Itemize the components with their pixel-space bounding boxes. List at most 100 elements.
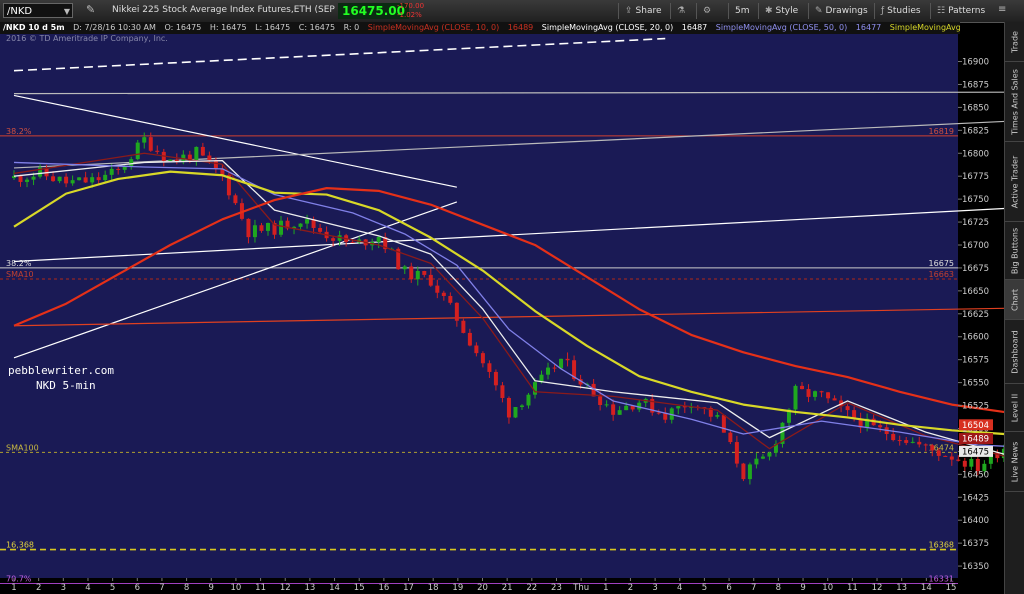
drawings-button[interactable]: ✎ Drawings xyxy=(808,3,868,19)
quote-open: O: 16475 xyxy=(164,23,202,32)
style-icon: ✱ xyxy=(765,6,773,16)
x-tick-label: 23 xyxy=(551,583,562,593)
y-tick-label: 16525 xyxy=(962,402,989,412)
candle-body xyxy=(891,434,896,441)
x-tick-label: 9 xyxy=(800,583,805,593)
x-tick-label: 2 xyxy=(36,583,41,593)
candle-body xyxy=(845,406,850,411)
x-tick-label: 18 xyxy=(428,583,439,593)
candle-body xyxy=(318,227,323,232)
candle-body xyxy=(904,440,909,443)
candle-body xyxy=(747,464,752,480)
candle-body xyxy=(454,302,459,321)
sidebar-tab-live-news[interactable]: Live News xyxy=(1005,432,1024,492)
candle-body xyxy=(168,159,173,161)
candle-body xyxy=(728,432,733,443)
patterns-button[interactable]: ☷ Patterns xyxy=(930,3,985,19)
sma100-study-label[interactable]: SimpleMovingAvg (CLOSE, 100, 0) xyxy=(890,23,960,32)
sidebar-tab-label: Active Trader xyxy=(1010,155,1020,208)
sidebar-tab-times-and-sales[interactable]: Times And Sales xyxy=(1005,62,1024,142)
share-button[interactable]: ⇪ Share xyxy=(618,3,662,19)
candle-body xyxy=(435,285,440,293)
chevron-down-icon: ▼ xyxy=(63,7,70,16)
price-box-label: 16504 xyxy=(962,421,989,431)
sidebar-tab-dashboard[interactable]: Dashboard xyxy=(1005,320,1024,384)
y-tick-label: 16900 xyxy=(962,58,989,68)
candle-body xyxy=(252,225,257,238)
candle-body xyxy=(969,459,974,467)
x-tick-label: 11 xyxy=(847,583,858,593)
y-tick-label: 16675 xyxy=(962,264,989,274)
sidebar-tab-label: Times And Sales xyxy=(1010,68,1020,135)
x-tick-label: 4 xyxy=(85,583,90,593)
menu-icon[interactable]: ≡ xyxy=(998,4,1006,15)
price-level-value: 16675 xyxy=(929,259,954,268)
candle-body xyxy=(806,389,811,397)
y-tick-label: 16375 xyxy=(962,539,989,549)
candle-body xyxy=(741,463,746,480)
price-level-label: SMA10 xyxy=(6,270,34,279)
candle-body xyxy=(428,274,433,286)
sma50-study-label[interactable]: SimpleMovingAvg (CLOSE, 50, 0) xyxy=(716,23,847,32)
y-tick-label: 16825 xyxy=(962,126,989,136)
net-change: -170.00 xyxy=(397,2,425,10)
sidebar-tab-level-ii[interactable]: Level II xyxy=(1005,384,1024,432)
candle-body xyxy=(676,406,681,409)
candle-body xyxy=(174,159,179,162)
candle-body xyxy=(917,441,922,445)
candle-body xyxy=(129,159,134,167)
candle-body xyxy=(135,142,140,160)
y-tick-label: 16850 xyxy=(962,103,989,113)
interval-button[interactable]: 5m xyxy=(728,3,750,19)
studies-icon: ƒ xyxy=(881,6,885,16)
candle-body xyxy=(760,456,765,459)
copyright-text: 2016 © TD Ameritrade IP Company, Inc. xyxy=(6,34,168,43)
price-level-label: 16,368 xyxy=(6,541,34,550)
x-tick-label: 16 xyxy=(378,583,389,593)
sidebar-tab-label: Dashboard xyxy=(1010,329,1020,374)
candle-body xyxy=(826,392,831,399)
candle-body xyxy=(376,237,381,243)
y-tick-label: 16625 xyxy=(962,310,989,320)
candle-body xyxy=(493,371,498,386)
candle-body xyxy=(265,222,270,231)
candle-body xyxy=(819,391,824,393)
candle-body xyxy=(546,367,551,375)
flask-icon: ⚗ xyxy=(677,6,686,16)
sma10-study-label[interactable]: SimpleMovingAvg (CLOSE, 10, 0) xyxy=(368,23,499,32)
sidebar-tab-chart[interactable]: Chart xyxy=(1005,280,1024,320)
price-chart[interactable]: 38.2% 1681938.2% 16675SMA10 16663SMA100 1647… xyxy=(0,34,1004,594)
sidebar-tab-trade[interactable]: Trade xyxy=(1005,22,1024,62)
candle-body xyxy=(930,445,935,451)
share-label: Share xyxy=(635,6,662,16)
settings-button[interactable]: ⚙ xyxy=(696,3,714,19)
candle-body xyxy=(246,218,251,238)
candle-body xyxy=(500,385,505,398)
y-tick-label: 16750 xyxy=(962,195,989,205)
candle-body xyxy=(533,382,537,395)
x-tick-label: 4 xyxy=(677,583,682,593)
symbol-description: Nikkei 225 Stock Average Index Futures,E… xyxy=(112,5,353,15)
x-tick-label: 1 xyxy=(11,583,16,593)
drawing-pen-icon: ✎ xyxy=(815,6,823,16)
pencil-icon[interactable]: ✎ xyxy=(86,3,95,16)
candle-body xyxy=(734,442,739,464)
symbol-selector[interactable]: /NKD ▼ xyxy=(3,3,73,18)
sidebar-tab-active-trader[interactable]: Active Trader xyxy=(1005,142,1024,222)
candle-body xyxy=(116,168,121,170)
candle-body xyxy=(213,160,218,169)
flask-button[interactable]: ⚗ xyxy=(670,3,688,19)
price-level-value: 16368 xyxy=(929,541,954,550)
candle-body xyxy=(943,455,948,457)
price-level-value: 16819 xyxy=(929,127,954,136)
annotation-timeframe: NKD 5-min xyxy=(36,379,96,392)
price-level-label: 70.7% xyxy=(6,575,32,584)
y-tick-label: 16800 xyxy=(962,149,989,159)
x-tick-label: 21 xyxy=(502,583,513,593)
candle-body xyxy=(800,385,805,390)
studies-button[interactable]: ƒ Studies xyxy=(874,3,921,19)
style-button[interactable]: ✱ Style xyxy=(758,3,798,19)
sma20-study-label[interactable]: SimpleMovingAvg (CLOSE, 20, 0) xyxy=(542,23,673,32)
x-tick-label: 5 xyxy=(110,583,115,593)
sidebar-tab-big-buttons[interactable]: Big Buttons xyxy=(1005,222,1024,280)
